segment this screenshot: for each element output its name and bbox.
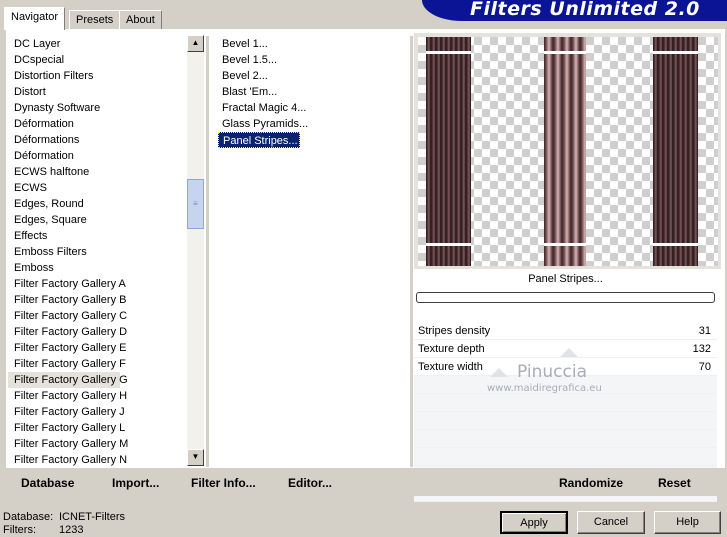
scrollbar-thumb[interactable]: ≡	[187, 179, 204, 229]
category-item[interactable]: DCspecial	[8, 52, 194, 68]
chevron-up-icon[interactable]: ▲	[187, 35, 204, 52]
filter-item[interactable]: Bevel 1...	[218, 36, 408, 52]
param-row-stripes-density[interactable]: Stripes density 31	[414, 322, 717, 340]
category-item[interactable]: Dynasty Software	[8, 100, 194, 116]
category-item[interactable]: Filter Factory Gallery H	[8, 388, 194, 404]
preview-stripe	[653, 37, 698, 266]
category-item[interactable]: Edges, Round	[8, 196, 194, 212]
tab-navigator[interactable]: Navigator	[4, 7, 66, 30]
param-name: Texture width	[418, 361, 483, 373]
category-item[interactable]: Edges, Square	[8, 212, 194, 228]
help-button[interactable]: Help	[654, 511, 721, 534]
preview-image[interactable]	[418, 37, 718, 266]
database-button[interactable]: Database	[21, 475, 74, 491]
watermark-text: Pinuccia	[517, 362, 587, 382]
preview-highlight	[544, 51, 586, 54]
category-item[interactable]: Déformations	[8, 132, 194, 148]
filter-item[interactable]: Panel Stripes...	[218, 132, 300, 148]
param-row-empty	[414, 448, 717, 466]
watermark-shape	[560, 348, 578, 357]
tab-about[interactable]: About	[119, 10, 162, 29]
filter-list[interactable]: Bevel 1... Bevel 1.5... Bevel 2... Blast 'E…	[218, 36, 408, 148]
category-item[interactable]: DC Layer	[8, 36, 194, 52]
category-item[interactable]: Filter Factory Gallery J	[8, 404, 194, 420]
category-item[interactable]: ECWS halftone	[8, 164, 194, 180]
filter-item[interactable]: Bevel 1.5...	[218, 52, 408, 68]
param-value[interactable]: 31	[699, 322, 711, 340]
category-item[interactable]: ECWS	[8, 180, 194, 196]
category-item[interactable]: Distortion Filters	[8, 68, 194, 84]
filter-item[interactable]: Fractal Magic 4...	[218, 100, 408, 116]
preview-highlight	[653, 243, 698, 246]
cancel-button[interactable]: Cancel	[577, 511, 645, 534]
category-item[interactable]: Distort	[8, 84, 194, 100]
category-item[interactable]: Filter Factory Gallery A	[8, 276, 194, 292]
param-value[interactable]: 70	[699, 358, 711, 376]
category-item[interactable]: Filter Factory Gallery L	[8, 420, 194, 436]
filter-item[interactable]: Glass Pyramids...	[218, 116, 408, 132]
editor-button[interactable]: Editor...	[288, 475, 332, 491]
category-item[interactable]: Filter Factory Gallery E	[8, 340, 194, 356]
category-item[interactable]: Filter Factory Gallery M	[8, 436, 194, 452]
tab-presets[interactable]: Presets	[69, 10, 121, 29]
category-scrollbar[interactable]: ▲ ≡ ▼	[187, 35, 204, 466]
watermark-url: www.maidiregrafica.eu	[487, 383, 602, 394]
preview-stripe	[426, 37, 471, 266]
param-name: Texture depth	[418, 343, 485, 355]
category-item[interactable]: Emboss Filters	[8, 244, 194, 260]
param-row-empty	[414, 412, 717, 430]
filter-item[interactable]: Blast 'Em...	[218, 84, 408, 100]
category-list[interactable]: DC Layer DCspecial Distortion Filters Disto…	[8, 36, 194, 467]
app-title: Filters Unlimited 2.0	[470, 0, 700, 20]
reset-button[interactable]: Reset	[658, 475, 691, 491]
filter-item[interactable]: Bevel 2...	[218, 68, 408, 84]
category-item[interactable]: Filter Factory Gallery C	[8, 308, 194, 324]
preview-stripe	[544, 37, 586, 266]
status-database-label: Database:	[3, 511, 54, 523]
preview-highlight	[653, 51, 698, 54]
status-database-value: ICNET-Filters	[59, 511, 125, 523]
status-filters: Filters: 1233	[3, 524, 83, 537]
category-item[interactable]: Filter Factory Gallery B	[8, 292, 194, 308]
category-item[interactable]: Effects	[8, 228, 194, 244]
preview-highlight	[426, 51, 471, 54]
category-item[interactable]: Filter Factory Gallery D	[8, 324, 194, 340]
category-item[interactable]: Déformation	[8, 148, 194, 164]
status-filters-value: 1233	[59, 524, 84, 536]
import-button[interactable]: Import...	[112, 475, 159, 491]
status-filters-label: Filters:	[3, 524, 36, 536]
preview-highlight	[426, 243, 471, 246]
category-item[interactable]: Filter Factory Gallery F	[8, 356, 194, 372]
category-item[interactable]: Filter Factory Gallery G	[8, 372, 128, 388]
list-divider	[410, 36, 413, 467]
category-item[interactable]: Déformation	[8, 116, 194, 132]
category-item[interactable]: Emboss	[8, 260, 194, 276]
param-name: Stripes density	[418, 325, 491, 337]
param-value[interactable]: 132	[693, 340, 711, 358]
preview-highlight	[544, 243, 586, 246]
filter-info-button[interactable]: Filter Info...	[191, 475, 256, 491]
apply-button[interactable]: Apply	[500, 511, 568, 534]
param-row-empty	[414, 394, 717, 412]
category-item[interactable]: Filter Factory Gallery N	[8, 452, 194, 467]
status-database: Database: ICNET-Filters	[3, 511, 125, 524]
list-divider	[206, 36, 209, 467]
randomize-button[interactable]: Randomize	[559, 475, 623, 491]
progress-bar	[416, 292, 715, 303]
effect-name-label: Panel Stripes...	[528, 273, 603, 285]
watermark-shape	[490, 368, 508, 377]
chevron-down-icon[interactable]: ▼	[187, 449, 204, 466]
param-row-empty	[414, 430, 717, 448]
